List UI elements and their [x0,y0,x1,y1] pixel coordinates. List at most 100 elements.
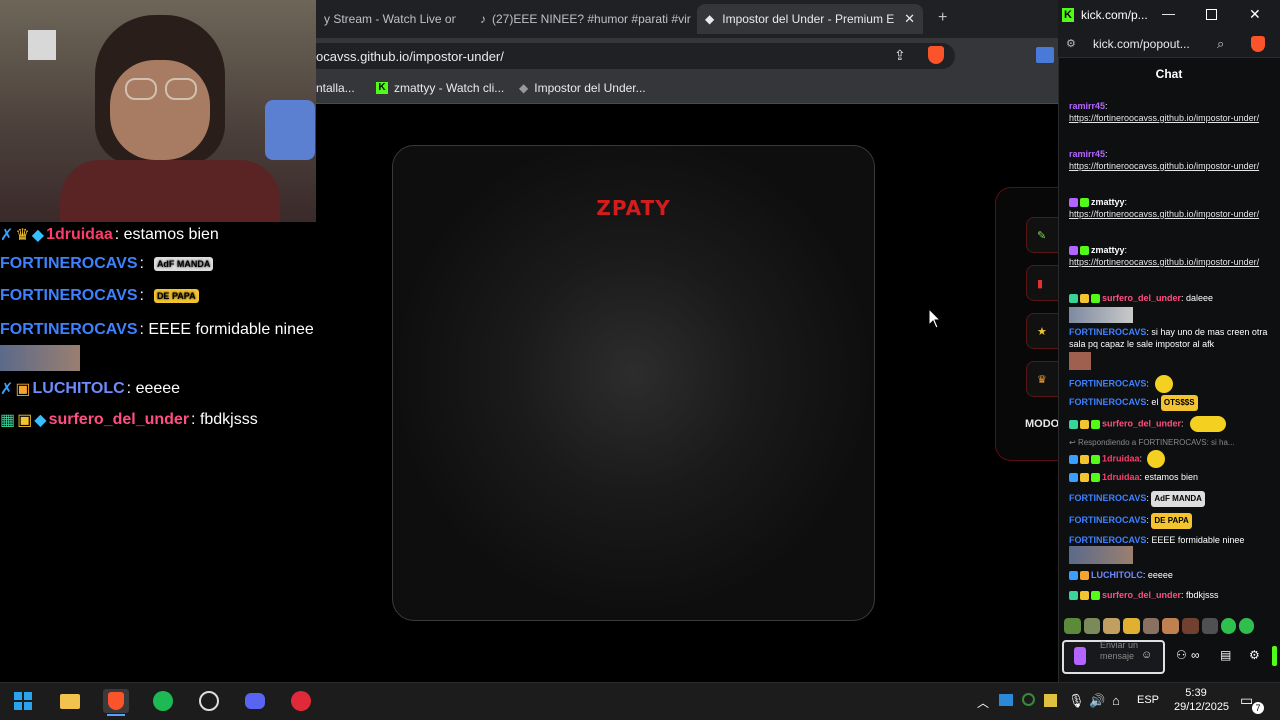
share-icon[interactable]: ⇪ [894,47,906,64]
tray-app-icon[interactable] [999,694,1013,706]
kick-message: 1druidaa: [1069,450,1269,468]
emote-slot-icon[interactable] [1064,618,1081,634]
kick-username[interactable]: ramirr45 [1069,149,1105,159]
kick-message-link[interactable]: https://fortineroocavss.github.io/impost… [1069,161,1259,171]
webcam-feed [0,0,316,222]
kick-username[interactable]: zmattyy [1091,245,1125,255]
brave-browser-icon[interactable] [103,689,129,713]
sub-badge-icon [1080,198,1089,208]
kick-username[interactable]: surfero_del_under [1102,590,1181,600]
search-icon[interactable]: ⌕ [1217,36,1224,52]
tier-badge-icon [1080,591,1089,601]
translate-icon[interactable] [1036,47,1054,63]
modo-label: MODO [1025,418,1060,430]
star-icon: ★ [1037,325,1047,338]
tray-expand-icon[interactable]: ︿ [977,694,989,711]
kick-message: surfero_del_under: fbdkjsss [1069,589,1269,601]
spotify-icon[interactable] [150,689,176,713]
close-tab-icon[interactable]: ✕ [904,11,915,27]
file-explorer-icon[interactable] [57,689,83,713]
kick-message-link[interactable]: https://fortineroocavss.github.io/impost… [1069,257,1259,267]
kick-message: FORTINEROCAVS: DE PAPA [1069,513,1269,529]
kick-message-link[interactable]: https://fortineroocavss.github.io/impost… [1069,209,1259,219]
brave-shield-icon[interactable] [928,46,944,64]
new-tab-button[interactable]: + [938,9,947,27]
kick-message: FORTINEROCAVS: EEEE formidable ninee [1069,535,1245,545]
link-icon[interactable]: ∞ [1191,648,1200,662]
tab-impostor-active[interactable]: ◆ Impostor del Under - Premium E ✕ [697,4,923,34]
windows-start-icon[interactable] [10,689,36,713]
brave-shield-icon[interactable] [1251,36,1265,52]
url-input[interactable]: ocavss.github.io/impostor-under/ [300,43,955,69]
side-button-leaf[interactable]: ✎ [1026,217,1058,253]
kick-reply-context: ↩ Respondiendo a FORTINEROCAVS: si ha... [1069,438,1235,447]
tier-badge-icon [1080,294,1089,304]
kick-username[interactable]: surfero_del_under [1102,418,1181,428]
tier-badge-icon: ▣ [17,412,33,429]
emote-de-papa: DE PAPA [153,289,199,303]
send-button[interactable] [1272,646,1277,666]
bookmark-impostor[interactable]: ◆ Impostor del Under... [519,81,646,95]
emote-slot-icon[interactable] [1083,618,1101,634]
tab-tiktok[interactable]: ♪ (27)EEE NINEE? #humor #parati #vir [472,6,694,32]
side-button-trophy[interactable]: ♛ [1026,361,1058,397]
network-icon[interactable]: ⌂ [1112,693,1120,708]
microphone-badge-icon[interactable] [1074,647,1086,665]
kick-username[interactable]: FORTINEROCAVS [1069,515,1146,525]
emote-slot-icon[interactable] [1182,618,1199,634]
kick-url-text[interactable]: kick.com/popout... [1093,37,1190,51]
overlay-chat-name: 1druidaa [46,226,113,243]
emote-slot-icon[interactable] [1239,618,1254,634]
maximize-icon[interactable] [1206,9,1217,20]
kick-emote-image [1069,307,1133,323]
app-red-icon[interactable] [288,689,314,713]
emote-slot-icon[interactable] [1162,618,1180,634]
background-pillow [265,100,315,160]
clock[interactable]: 5:39 29/12/2025 [1174,686,1229,714]
broadcaster-badge-icon [1069,198,1078,208]
volume-icon[interactable]: 🔊 [1089,693,1105,709]
store-icon[interactable]: ▤ [1220,648,1231,662]
close-window-icon[interactable]: ✕ [1249,6,1261,23]
notification-count-badge: 7 [1252,702,1264,714]
kick-username[interactable]: surfero_del_under [1102,293,1181,303]
kick-username[interactable]: zmattyy [1091,197,1125,207]
side-button-star[interactable]: ★ [1026,313,1058,349]
kick-username[interactable]: FORTINEROCAVS [1069,378,1146,388]
emote-slot-icon[interactable] [1201,618,1219,634]
microphone-icon[interactable]: 🎙 [1068,693,1085,709]
emoji-picker-icon[interactable]: ☺ [1141,649,1152,661]
bookmark-zmattyy[interactable]: K zmattyy - Watch cli... [376,81,504,95]
tray-app-icon[interactable] [1022,693,1035,706]
overlay-chat-row: FORTINEROCAVS : AdF MANDA [0,255,214,273]
side-button-red[interactable]: ▮ [1026,265,1058,301]
language-indicator[interactable]: ESP [1137,694,1159,706]
person-face [110,60,210,160]
emote-slot-icon[interactable] [1142,618,1160,634]
kick-username[interactable]: FORTINEROCAVS [1069,493,1146,503]
kick-username[interactable]: ramirr45 [1069,101,1105,111]
sword-badge-icon [1069,571,1078,581]
windows-taskbar [0,682,1280,720]
kick-username[interactable]: FORTINEROCAVS [1069,397,1146,407]
emote-slot-icon[interactable] [1221,618,1237,634]
kick-username[interactable]: FORTINEROCAVS [1069,327,1146,337]
kick-username[interactable]: FORTINEROCAVS [1069,535,1146,545]
minimize-icon[interactable]: — [1162,6,1175,21]
emote-slot-icon[interactable] [1123,618,1140,634]
kick-username[interactable]: LUCHITOLC [1091,570,1143,580]
kick-username[interactable]: 1druidaa [1102,472,1140,482]
kick-username[interactable]: 1druidaa [1102,453,1140,463]
obs-icon[interactable] [196,689,222,713]
users-icon[interactable]: ⚇ [1176,648,1187,662]
kick-message-link[interactable]: https://fortineroocavss.github.io/impost… [1069,113,1259,123]
tray-app-icon[interactable] [1044,694,1057,707]
impostor-favicon-icon: ◆ [705,12,715,26]
discord-icon[interactable] [242,689,268,713]
bookmark-pantalla[interactable]: ntalla... [316,81,355,95]
site-settings-icon[interactable]: ⚙ [1066,37,1076,50]
tab-stream[interactable]: y Stream - Watch Live on K [316,6,456,32]
emote-slot-icon[interactable] [1103,618,1121,634]
reply-icon: ↩ [1069,438,1078,447]
settings-icon[interactable]: ⚙ [1249,648,1260,662]
